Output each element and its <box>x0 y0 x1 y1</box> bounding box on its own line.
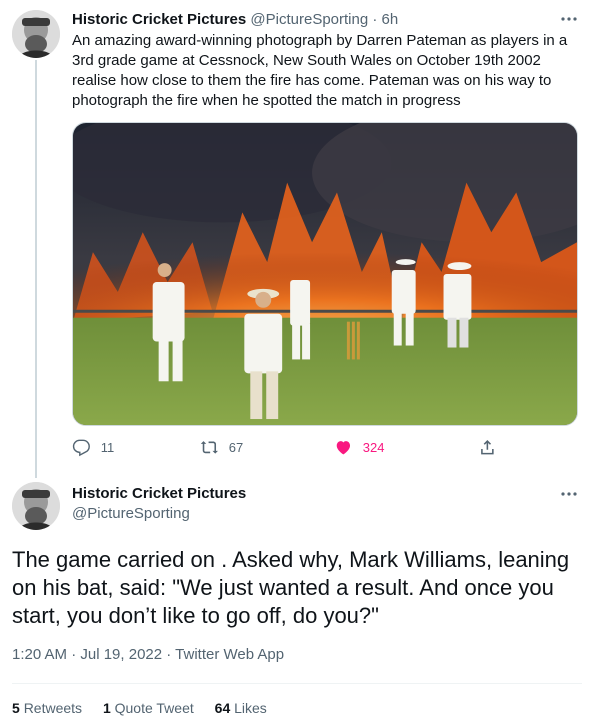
likes-stat[interactable]: 64 Likes <box>215 700 267 716</box>
avatar[interactable] <box>12 10 60 58</box>
tweet-actions: 11 67 324 <box>62 436 502 460</box>
quote-tweets-stat[interactable]: 1 Quote Tweet <box>103 700 194 716</box>
display-name[interactable]: Historic Cricket Pictures <box>72 11 246 28</box>
separator: · <box>372 11 378 28</box>
retweet-icon <box>200 441 218 454</box>
reply-count: 11 <box>100 439 115 455</box>
avatar-image <box>12 482 60 530</box>
share-action[interactable] <box>478 438 507 457</box>
like-action[interactable]: 324 <box>334 438 384 457</box>
reply-header: Historic Cricket Pictures @PictureSporti… <box>72 484 246 524</box>
tweet-text: An amazing award-winning photograph by D… <box>72 32 568 109</box>
reply-action[interactable]: 11 <box>72 438 114 457</box>
share-icon <box>481 440 494 455</box>
reply-more-icon[interactable] <box>559 484 579 504</box>
thread-line <box>35 60 37 478</box>
like-icon <box>336 441 351 455</box>
handle[interactable]: @PictureSporting <box>250 11 368 28</box>
reply-display-name[interactable]: Historic Cricket Pictures <box>72 484 246 504</box>
divider <box>12 683 582 684</box>
retweet-action[interactable]: 67 <box>200 438 243 457</box>
reply-avatar[interactable] <box>12 482 60 530</box>
tweet-time[interactable]: 6h <box>382 11 399 28</box>
retweet-count: 67 <box>228 439 244 455</box>
reply-timestamp[interactable]: 1:20 AM · Jul 19, 2022 · Twitter Web App <box>12 645 284 665</box>
tweet-header: Historic Cricket Pictures @PictureSporti… <box>72 10 398 30</box>
engagement-stats: 5 Retweets 1 Quote Tweet 64 Likes <box>12 698 284 718</box>
more-icon[interactable] <box>559 9 579 29</box>
reply-text: The game carried on . Asked why, Mark Wi… <box>12 547 570 628</box>
avatar-image <box>12 10 60 58</box>
reply-handle[interactable]: @PictureSporting <box>72 504 246 524</box>
like-count: 324 <box>362 439 385 455</box>
reply-icon <box>72 439 90 457</box>
retweets-stat[interactable]: 5 Retweets <box>12 700 82 716</box>
tweet-photo[interactable] <box>72 122 578 426</box>
